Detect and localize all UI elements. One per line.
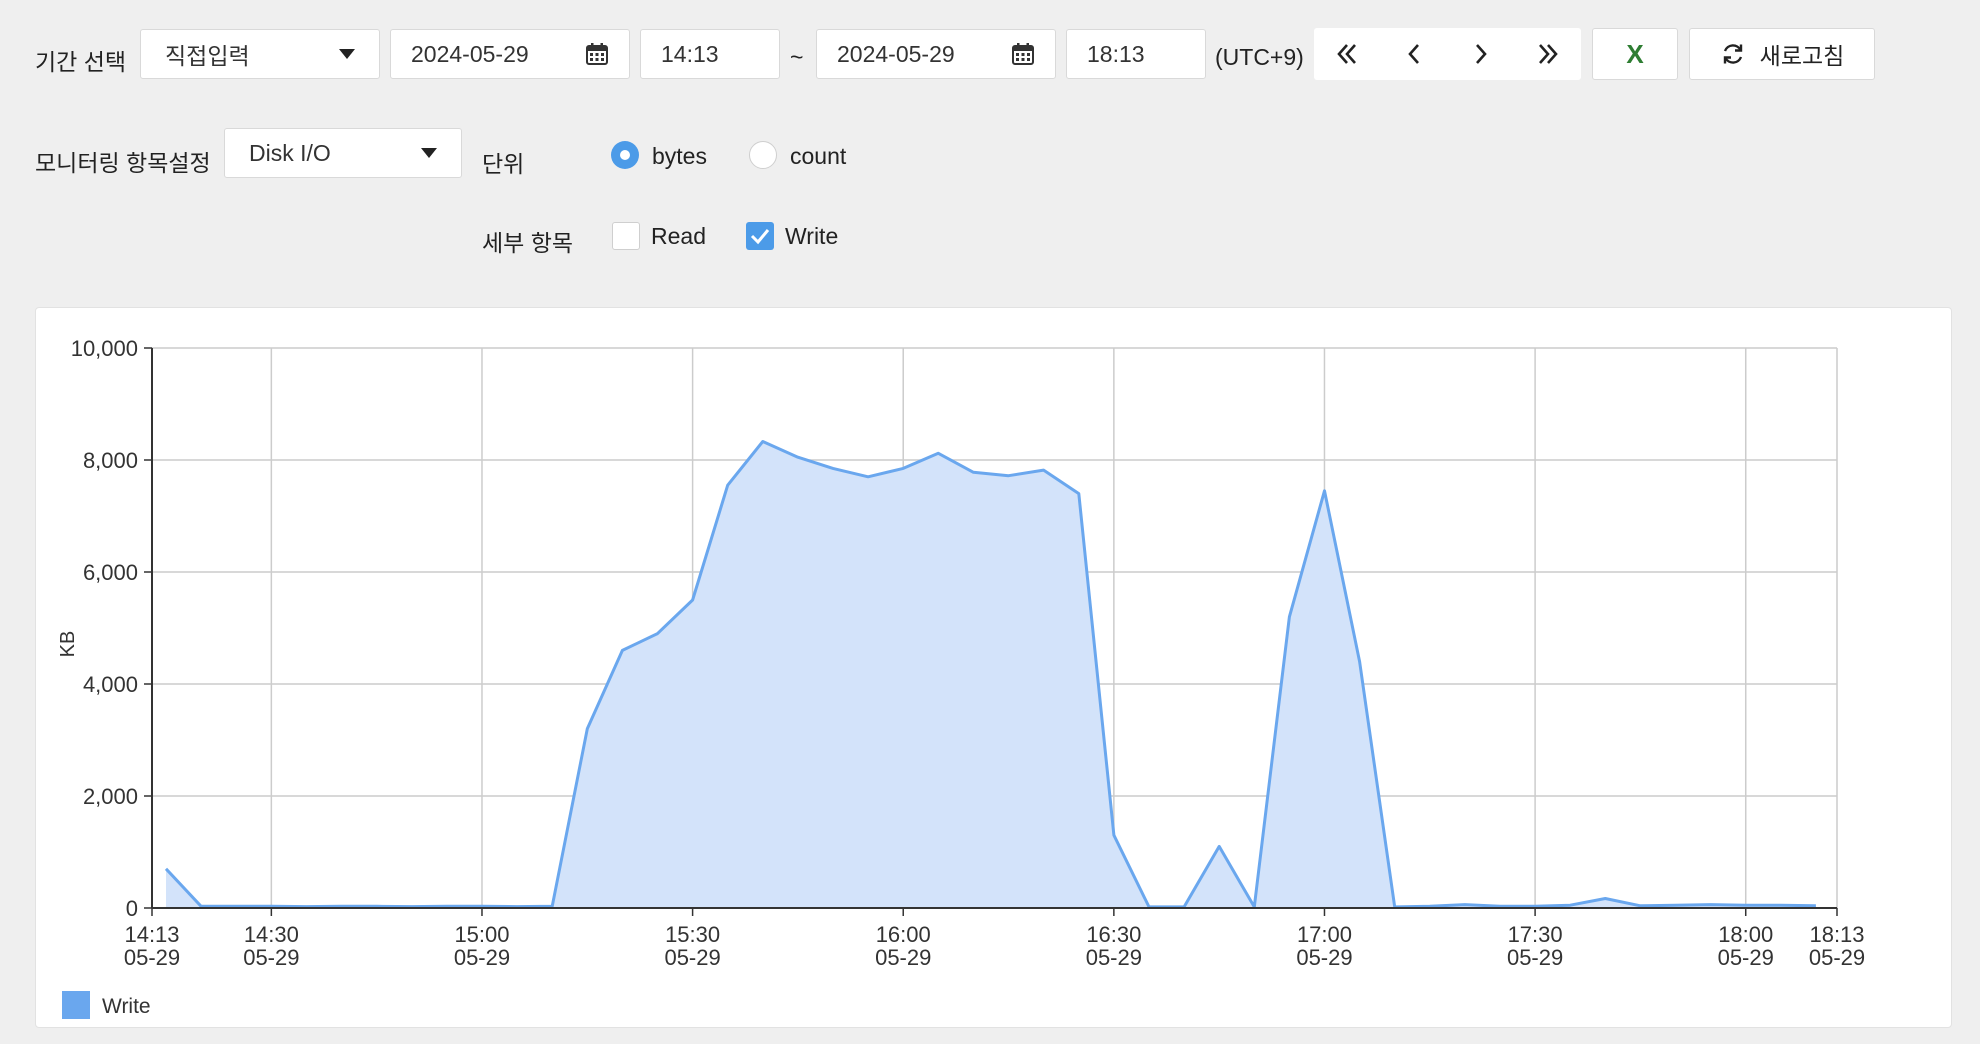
end-time-input[interactable]: 18:13 [1066,29,1206,79]
y-tick-label: 10,000 [71,336,138,361]
x-tick-label-time: 18:13 [1809,922,1864,947]
last-page-button[interactable] [1518,28,1578,80]
x-tick-label-date: 05-29 [1809,945,1865,970]
unit-label: 단위 [482,151,525,177]
x-tick-label-date: 05-29 [664,945,720,970]
x-tick-label-date: 05-29 [1296,945,1352,970]
unit-count-label[interactable]: count [790,143,846,170]
series-area-write [166,441,1816,908]
x-tick-label-time: 17:30 [1508,922,1563,947]
start-time-value: 14:13 [661,40,719,67]
write-checkbox[interactable] [746,222,774,250]
excel-icon: X [1626,38,1644,69]
start-date-value: 2024-05-29 [411,40,529,67]
checkmark-icon [750,229,770,245]
write-label[interactable]: Write [785,223,838,250]
prev-page-button[interactable] [1384,28,1444,80]
next-page-button[interactable] [1451,28,1511,80]
period-mode-value: 직접입력 [165,43,250,69]
x-tick-label-time: 15:30 [665,922,720,947]
unit-bytes-label[interactable]: bytes [652,143,707,170]
legend-label-write: Write [102,995,151,1018]
x-tick-label-date: 05-29 [1086,945,1142,970]
x-tick-label-date: 05-29 [124,945,180,970]
refresh-label: 새로고침 [1759,43,1845,69]
double-chevron-left-icon [1337,44,1357,64]
monitor-item-select[interactable]: Disk I/O [224,128,462,178]
chevron-left-icon [1408,44,1420,64]
calendar-icon[interactable] [1011,42,1035,66]
chevron-down-icon [421,148,437,158]
end-time-value: 18:13 [1087,40,1145,67]
y-tick-label: 8,000 [83,448,138,473]
unit-bytes-radio[interactable] [611,141,639,169]
x-tick-label-time: 15:00 [454,922,509,947]
legend-swatch-write [62,991,90,1019]
double-chevron-right-icon [1538,44,1558,64]
calendar-icon[interactable] [585,42,609,66]
first-page-button[interactable] [1317,28,1377,80]
x-tick-label-time: 14:13 [124,922,179,947]
period-mode-select[interactable]: 직접입력 [140,29,380,79]
detail-items-label: 세부 항목 [482,230,574,256]
y-tick-label: 2,000 [83,784,138,809]
chevron-down-icon [339,49,355,59]
unit-count-radio[interactable] [749,141,777,169]
range-separator: ~ [790,44,804,70]
time-nav-group [1314,28,1581,80]
disk-io-chart: 10,0008,0006,0004,0002,000014:1305-2914:… [57,336,1865,1019]
start-time-input[interactable]: 14:13 [640,29,780,79]
x-tick-label-time: 16:00 [876,922,931,947]
chart-panel: 10,000 8,000 6,000 4,000 2,000 0 14:13 05-29 14:… [35,307,1952,1028]
y-tick-label: 6,000 [83,560,138,585]
x-tick-label-time: 14:30 [244,922,299,947]
chevron-right-icon [1475,44,1487,64]
x-tick-label-date: 05-29 [243,945,299,970]
read-label[interactable]: Read [651,223,706,250]
period-label: 기간 선택 [35,49,127,75]
start-date-input[interactable]: 2024-05-29 [390,29,630,79]
end-date-input[interactable]: 2024-05-29 [816,29,1056,79]
x-tick-label-date: 05-29 [454,945,510,970]
refresh-button[interactable]: 새로고침 [1689,28,1875,80]
y-axis-label: KB [57,631,79,658]
monitor-item-value: Disk I/O [249,139,331,166]
y-tick-label: 0 [126,896,138,921]
refresh-icon [1723,44,1742,64]
y-tick-label: 4,000 [83,672,138,697]
read-checkbox[interactable] [612,222,640,250]
timezone-label: (UTC+9) [1215,44,1304,70]
x-tick-label-time: 17:00 [1297,922,1352,947]
x-tick-label-date: 05-29 [1507,945,1563,970]
excel-export-button[interactable]: X [1592,28,1678,80]
x-tick-label-date: 05-29 [875,945,931,970]
x-tick-label-time: 16:30 [1086,922,1141,947]
end-date-value: 2024-05-29 [837,40,955,67]
x-tick-label-time: 18:00 [1718,922,1773,947]
x-tick-label-date: 05-29 [1718,945,1774,970]
monitor-item-label: 모니터링 항목설정 [35,150,211,176]
